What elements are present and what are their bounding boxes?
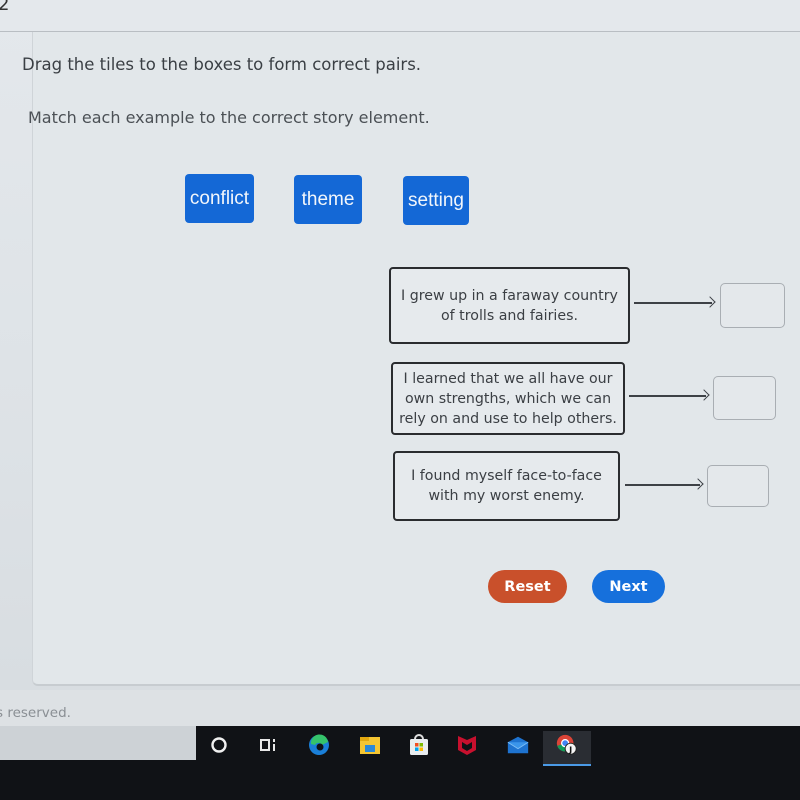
arrow-icon — [634, 296, 716, 309]
question-card — [32, 32, 800, 686]
taskbar-search-area[interactable] — [0, 726, 196, 760]
svg-text:J: J — [568, 744, 572, 754]
copyright-text: s reserved. — [0, 705, 71, 721]
mcafee-icon[interactable] — [455, 733, 479, 757]
drop-target-2[interactable] — [713, 376, 776, 420]
question-number: 2 — [0, 0, 10, 15]
page-footer — [0, 690, 800, 726]
browser-page: 2 Drag the tiles to the boxes to form co… — [0, 0, 800, 730]
next-button[interactable]: Next — [592, 570, 665, 603]
example-box-1: I grew up in a faraway country of trolls… — [389, 267, 630, 344]
example-box-3: I found myself face-to-face with my wors… — [393, 451, 620, 521]
drop-target-1[interactable] — [720, 283, 785, 328]
arrow-icon — [629, 389, 710, 402]
example-box-2: I learned that we all have our own stren… — [391, 362, 625, 435]
file-explorer-icon[interactable] — [358, 733, 382, 757]
mail-icon[interactable] — [506, 733, 530, 757]
chrome-profile-icon[interactable]: J — [555, 733, 579, 757]
tile-conflict[interactable]: conflict — [185, 174, 254, 223]
tile-setting[interactable]: setting — [403, 176, 469, 225]
edge-icon[interactable] — [307, 733, 331, 757]
microsoft-store-icon[interactable] — [407, 733, 431, 757]
drop-target-3[interactable] — [707, 465, 769, 507]
example-text-1: I grew up in a faraway country of trolls… — [401, 287, 618, 324]
reset-button[interactable]: Reset — [488, 570, 567, 603]
tile-theme[interactable]: theme — [294, 175, 362, 224]
search-circle-icon[interactable] — [207, 733, 231, 757]
task-view-icon[interactable] — [256, 733, 280, 757]
instruction-text: Drag the tiles to the boxes to form corr… — [22, 55, 422, 74]
example-text-2: I learned that we all have our own stren… — [399, 370, 617, 427]
arrow-icon — [625, 478, 704, 491]
subinstruction-text: Match each example to the correct story … — [28, 108, 430, 127]
example-text-3: I found myself face-to-face with my wors… — [411, 468, 602, 504]
